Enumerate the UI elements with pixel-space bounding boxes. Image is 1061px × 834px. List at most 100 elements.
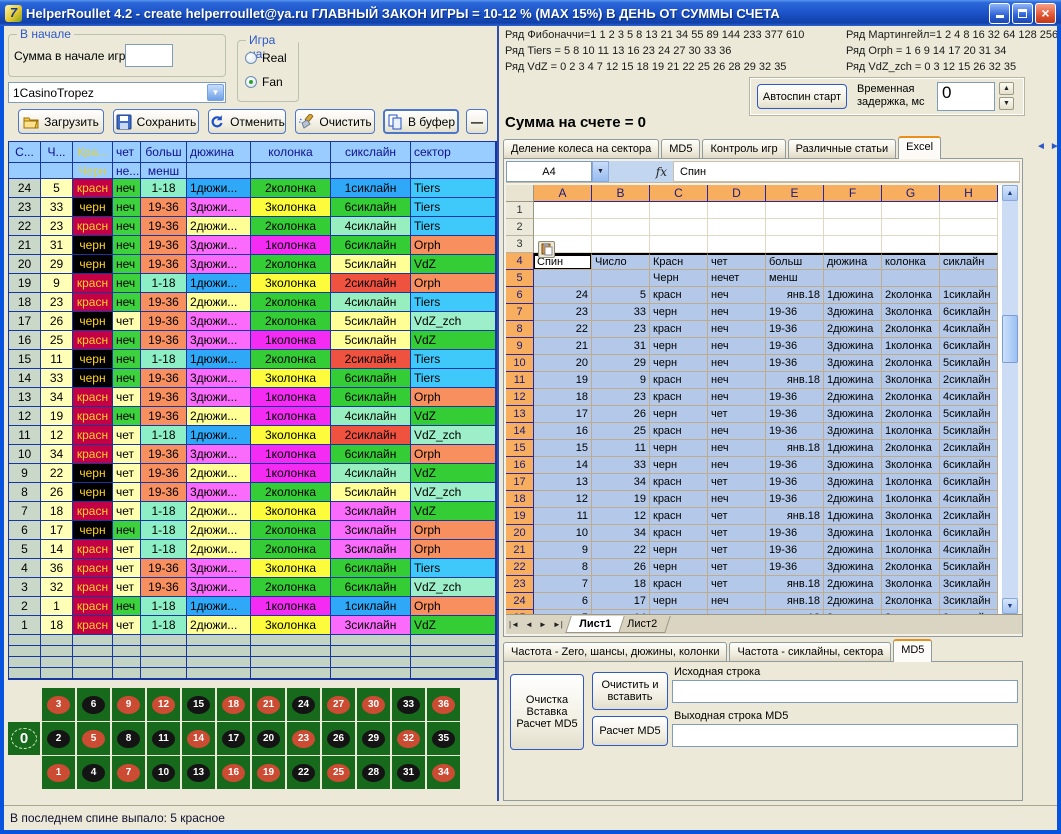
excel-cell[interactable]: 2колонка: [882, 593, 940, 610]
save-button[interactable]: Сохранить: [113, 109, 199, 134]
md5-calc-button[interactable]: Расчет MD5: [592, 716, 668, 746]
excel-cell[interactable]: 16: [534, 423, 592, 440]
excel-cell[interactable]: 2дюжина: [824, 389, 882, 406]
sheet-first-icon[interactable]: |◄: [509, 620, 519, 629]
board-cell-31[interactable]: 31: [392, 756, 425, 789]
excel-cell[interactable]: 19-36: [766, 389, 824, 406]
board-cell-14[interactable]: 14: [182, 722, 215, 755]
excel-cell[interactable]: 2сиклайн: [940, 372, 998, 389]
excel-cell[interactable]: янв.18: [766, 593, 824, 610]
excel-cell[interactable]: 4сиклайн: [940, 321, 998, 338]
excel-cell[interactable]: 1колонка: [882, 525, 940, 542]
excel-cell[interactable]: 22: [534, 321, 592, 338]
excel-cell[interactable]: сиклайн: [940, 253, 998, 270]
excel-cell[interactable]: чет: [708, 525, 766, 542]
excel-cell[interactable]: 34: [592, 525, 650, 542]
tab-Различные статьи[interactable]: Различные статьи: [788, 139, 897, 159]
board-cell-1[interactable]: 1: [42, 756, 75, 789]
excel-cell[interactable]: черн: [650, 355, 708, 372]
board-cell-17[interactable]: 17: [217, 722, 250, 755]
excel-cell[interactable]: 1колонка: [882, 474, 940, 491]
board-cell-27[interactable]: 27: [322, 688, 355, 721]
excel-row-header-7[interactable]: 7: [506, 304, 534, 321]
board-cell-11[interactable]: 11: [147, 722, 180, 755]
excel-cell[interactable]: чет: [708, 559, 766, 576]
excel-cell[interactable]: неч: [708, 304, 766, 321]
board-cell-22[interactable]: 22: [287, 756, 320, 789]
minimize-button[interactable]: [989, 3, 1010, 24]
excel-col-header-D[interactable]: D: [708, 185, 766, 202]
excel-cell[interactable]: 21: [534, 338, 592, 355]
excel-cell[interactable]: [940, 219, 998, 236]
board-cell-5[interactable]: 5: [77, 722, 110, 755]
excel-cell[interactable]: 1колонка: [882, 423, 940, 440]
excel-cell[interactable]: 13: [534, 474, 592, 491]
excel-cell[interactable]: [882, 236, 940, 253]
excel-row-header-23[interactable]: 23: [506, 576, 534, 593]
excel-cell[interactable]: неч: [708, 355, 766, 372]
excel-cell[interactable]: 6сиклайн: [940, 474, 998, 491]
excel-cell[interactable]: 2колонка: [882, 321, 940, 338]
excel-cell[interactable]: [882, 219, 940, 236]
board-cell-20[interactable]: 20: [252, 722, 285, 755]
excel-cell[interactable]: 15: [534, 440, 592, 457]
excel-cell[interactable]: 19: [592, 491, 650, 508]
board-cell-30[interactable]: 30: [357, 688, 390, 721]
excel-cell[interactable]: неч: [708, 389, 766, 406]
excel-cell[interactable]: черн: [650, 542, 708, 559]
excel-row-header-15[interactable]: 15: [506, 440, 534, 457]
delay-spin-down[interactable]: ▼: [999, 97, 1014, 110]
paste-options-button[interactable]: [538, 241, 555, 258]
excel-cell[interactable]: 3дюжина: [824, 304, 882, 321]
minus-button[interactable]: —: [466, 109, 488, 134]
excel-cell[interactable]: 2колонка: [882, 406, 940, 423]
scroll-down-icon[interactable]: ▼: [1002, 598, 1018, 614]
board-cell-7[interactable]: 7: [112, 756, 145, 789]
excel-cell[interactable]: 1колонка: [882, 338, 940, 355]
excel-cell[interactable]: 3дюжина: [824, 355, 882, 372]
excel-cell[interactable]: 12: [592, 508, 650, 525]
formula-input[interactable]: Спин: [673, 161, 1020, 182]
tab-Частота - сиклайны, сектора[interactable]: Частота - сиклайны, сектора: [729, 642, 891, 662]
excel-cell[interactable]: неч: [708, 593, 766, 610]
excel-cell[interactable]: [940, 270, 998, 287]
excel-cell[interactable]: неч: [708, 423, 766, 440]
excel-cell[interactable]: 2дюжина: [824, 542, 882, 559]
excel-cell[interactable]: 3колонка: [882, 457, 940, 474]
excel-cell[interactable]: 2колонка: [882, 355, 940, 372]
excel-cell[interactable]: 6сиклайн: [940, 338, 998, 355]
excel-cell[interactable]: 1колонка: [882, 491, 940, 508]
excel-cell[interactable]: 19-36: [766, 406, 824, 423]
excel-cell[interactable]: неч: [708, 457, 766, 474]
excel-cell[interactable]: 7: [534, 576, 592, 593]
excel-row-header-16[interactable]: 16: [506, 457, 534, 474]
excel-cell[interactable]: 4сиклайн: [940, 389, 998, 406]
board-cell-25[interactable]: 25: [322, 756, 355, 789]
board-cell-2[interactable]: 2: [42, 722, 75, 755]
excel-cell[interactable]: 2дюжина: [824, 576, 882, 593]
excel-cell[interactable]: 19-36: [766, 525, 824, 542]
excel-cell[interactable]: янв.18: [766, 508, 824, 525]
excel-cell[interactable]: [592, 270, 650, 287]
excel-cell[interactable]: 3дюжина: [824, 559, 882, 576]
excel-cell[interactable]: красн: [650, 389, 708, 406]
delay-input[interactable]: 0: [937, 82, 995, 111]
excel-cell[interactable]: [592, 236, 650, 253]
md5-big-button[interactable]: Очистка Вставка Расчет MD5: [510, 674, 584, 750]
excel-cell[interactable]: [940, 236, 998, 253]
tab-scroll-right-icon[interactable]: ►: [1050, 141, 1057, 152]
excel-cell[interactable]: красн: [650, 491, 708, 508]
excel-cell[interactable]: 3дюжина: [824, 457, 882, 474]
excel-cell[interactable]: [766, 202, 824, 219]
excel-col-header-E[interactable]: E: [766, 185, 824, 202]
sheet-prev-icon[interactable]: ◄: [525, 620, 533, 629]
name-box-dropdown-icon[interactable]: ▼: [592, 161, 609, 182]
excel-cell[interactable]: 5сиклайн: [940, 406, 998, 423]
delay-spin-up[interactable]: ▲: [999, 82, 1014, 95]
excel-cell[interactable]: 1сиклайн: [940, 287, 998, 304]
excel-cell[interactable]: неч: [708, 321, 766, 338]
excel-cell[interactable]: [766, 219, 824, 236]
board-cell-9[interactable]: 9: [112, 688, 145, 721]
excel-col-header-C[interactable]: C: [650, 185, 708, 202]
excel-cell[interactable]: 18: [534, 389, 592, 406]
